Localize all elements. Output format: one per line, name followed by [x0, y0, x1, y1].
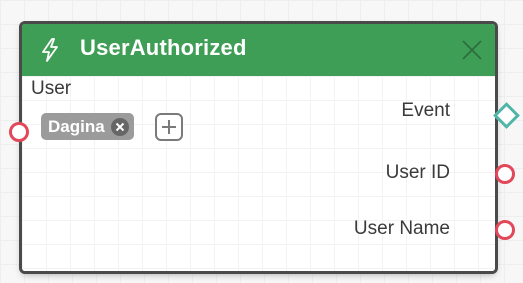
- node-header[interactable]: UserAuthorized: [22, 24, 495, 76]
- user-chip[interactable]: Dagina: [41, 113, 134, 140]
- output-port-user-id[interactable]: [495, 164, 515, 184]
- close-circle-icon[interactable]: [110, 117, 129, 136]
- chip-label: Dagina: [48, 116, 105, 136]
- output-label-event: Event: [401, 100, 450, 121]
- output-label-user-id: User ID: [385, 162, 450, 183]
- input-port-user[interactable]: [9, 122, 29, 142]
- node-title: UserAuthorized: [80, 35, 247, 60]
- output-label-user-name: User Name: [353, 218, 450, 239]
- input-label-user: User: [31, 78, 72, 99]
- close-icon[interactable]: [460, 38, 484, 62]
- add-user-button[interactable]: [155, 113, 183, 141]
- lightning-icon: [39, 38, 61, 62]
- output-port-user-name[interactable]: [495, 220, 515, 240]
